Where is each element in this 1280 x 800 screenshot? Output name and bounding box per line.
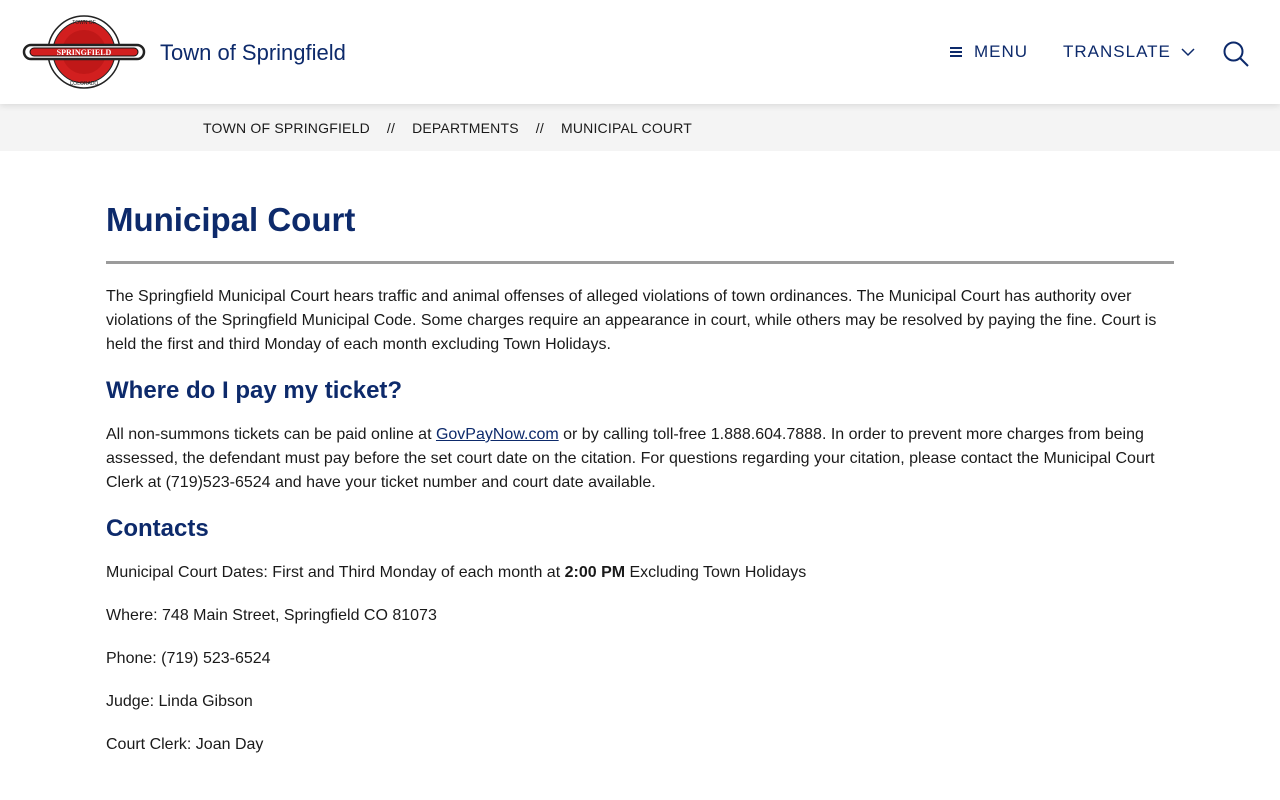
menu-label: MENU: [974, 42, 1029, 61]
site-header: SPRINGFIELD TOWN OF COLORADO Town of Spr…: [0, 0, 1280, 104]
intro-paragraph: The Springfield Municipal Court hears tr…: [106, 288, 1157, 353]
judge-line: Judge: Linda Gibson: [106, 693, 253, 710]
menu-button[interactable]: MENU: [950, 42, 1028, 62]
main-content: Municipal Court The Springfield Municipa…: [106, 200, 1174, 757]
search-icon[interactable]: [1222, 40, 1250, 68]
court-dates-prefix: Municipal Court Dates: First and Third M…: [106, 564, 565, 581]
court-dates-line: Municipal Court Dates: First and Third M…: [106, 561, 1174, 585]
contacts-heading: Contacts: [106, 515, 209, 542]
govpaynow-link[interactable]: GovPayNow.com: [436, 426, 559, 443]
court-phone-line: Phone: (719) 523-6524: [106, 650, 271, 667]
hamburger-icon: [950, 47, 962, 57]
breadcrumb-departments[interactable]: DEPARTMENTS: [412, 120, 519, 137]
svg-text:COLORADO: COLORADO: [70, 81, 99, 87]
breadcrumb-home[interactable]: TOWN OF SPRINGFIELD: [203, 120, 370, 137]
svg-text:TOWN OF: TOWN OF: [72, 20, 96, 26]
court-time: 2:00 PM: [564, 564, 626, 581]
translate-button[interactable]: TRANSLATE: [1063, 42, 1195, 62]
pay-text-before: All non-summons tickets can be paid onli…: [106, 426, 436, 443]
breadcrumb-current: MUNICIPAL COURT: [560, 120, 693, 136]
town-logo[interactable]: SPRINGFIELD TOWN OF COLORADO: [22, 14, 146, 90]
site-title-link[interactable]: Town of Springfield: [160, 40, 346, 66]
court-dates-suffix: Excluding Town Holidays: [625, 564, 807, 581]
svg-text:SPRINGFIELD: SPRINGFIELD: [57, 48, 112, 57]
breadcrumb-bar: TOWN OF SPRINGFIELD // DEPARTMENTS // MU…: [0, 104, 1280, 151]
town-seal-icon: SPRINGFIELD TOWN OF COLORADO: [22, 15, 146, 89]
pay-ticket-heading: Where do I pay my ticket?: [106, 377, 403, 404]
breadcrumb-separator: //: [535, 120, 544, 136]
title-divider: [106, 261, 1174, 264]
court-clerk-line: Court Clerk: Joan Day: [106, 736, 264, 753]
page-title: Municipal Court: [106, 201, 356, 238]
pay-ticket-paragraph: All non-summons tickets can be paid onli…: [106, 423, 1174, 495]
court-address-line: Where: 748 Main Street, Springfield CO 8…: [106, 607, 437, 624]
breadcrumb: TOWN OF SPRINGFIELD // DEPARTMENTS // MU…: [203, 120, 692, 137]
breadcrumb-separator: //: [386, 120, 396, 136]
chevron-down-icon: [1181, 48, 1195, 57]
translate-label: TRANSLATE: [1063, 42, 1171, 61]
